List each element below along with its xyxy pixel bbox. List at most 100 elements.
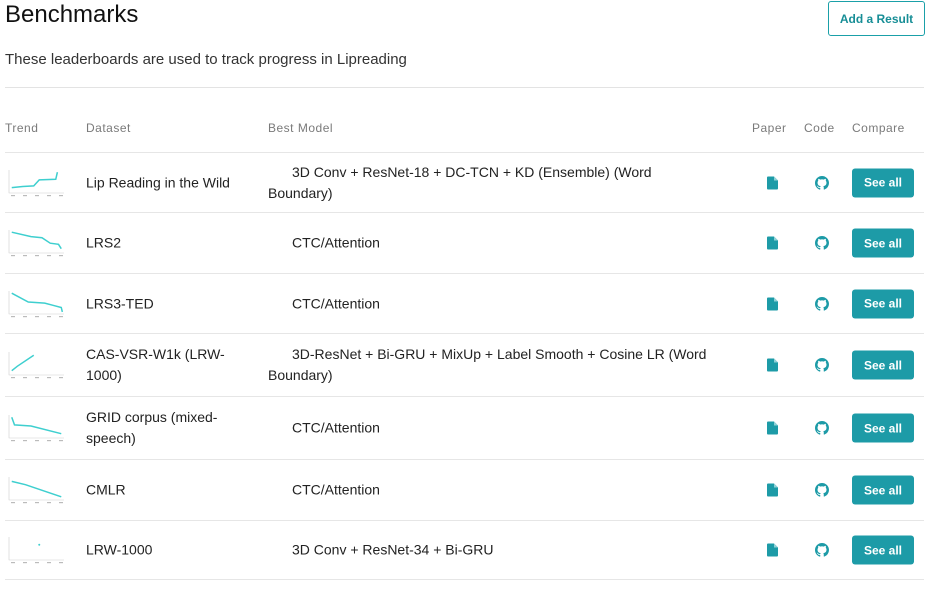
page-title: Benchmarks: [5, 1, 139, 28]
column-header-trend: Trend: [5, 121, 39, 135]
trend-sparkline[interactable]: [5, 413, 65, 443]
see-all-button[interactable]: See all: [852, 168, 914, 197]
column-header-paper: Paper: [752, 121, 787, 135]
paper-icon[interactable]: [767, 358, 778, 372]
trend-tick-label: [47, 502, 51, 504]
github-icon[interactable]: [815, 175, 829, 190]
github-icon[interactable]: [815, 543, 829, 557]
trend-tick-label: [11, 502, 15, 504]
best-model-link[interactable]: CTC/Attention: [268, 233, 718, 254]
trend-tick-label: [59, 255, 63, 257]
dataset-link[interactable]: Lip Reading in the Wild: [86, 172, 236, 193]
trend-tick-label: [11, 562, 15, 564]
benchmark-table: Lip Reading in the Wild 3D Conv + ResNet-…: [5, 152, 924, 580]
github-icon[interactable]: [815, 421, 829, 435]
paper-icon[interactable]: [767, 236, 778, 250]
trend-axis: [8, 537, 64, 561]
trend-point: [38, 543, 41, 546]
trend-tick-label: [35, 440, 39, 442]
trend-tick-label: [47, 440, 51, 442]
trend-axis: [8, 352, 64, 376]
dataset-link[interactable]: GRID corpus (mixed-speech): [86, 407, 236, 449]
page-subtitle: These leaderboards are used to track pro…: [5, 51, 407, 68]
github-icon[interactable]: [815, 296, 829, 311]
trend-line: [11, 354, 35, 372]
table-row: Lip Reading in the Wild 3D Conv + ResNet-…: [5, 152, 924, 212]
github-icon[interactable]: [815, 358, 829, 372]
see-all-button[interactable]: See all: [852, 535, 914, 565]
dataset-link[interactable]: LRW-1000: [86, 540, 236, 561]
table-row: LRS2 CTC/Attention See all: [5, 212, 924, 273]
dataset-link[interactable]: CMLR: [86, 480, 236, 501]
trend-tick-label: [59, 315, 63, 317]
add-result-button[interactable]: Add a Result: [828, 1, 925, 36]
trend-sparkline[interactable]: [5, 475, 65, 505]
see-all-button[interactable]: See all: [852, 475, 914, 505]
best-model-link[interactable]: 3D-ResNet + Bi-GRU + MixUp + Label Smoot…: [268, 344, 718, 386]
column-header-best-model: Best Model: [268, 121, 334, 135]
trend-sparkline[interactable]: [5, 168, 65, 198]
trend-sparkline[interactable]: [5, 350, 65, 380]
see-all-button[interactable]: See all: [852, 350, 914, 380]
paper-icon[interactable]: [767, 176, 778, 189]
best-model-link[interactable]: CTC/Attention: [268, 418, 718, 439]
trend-sparkline[interactable]: [5, 228, 65, 258]
trend-line: [11, 480, 62, 498]
best-model-link[interactable]: 3D Conv + ResNet-34 + Bi-GRU: [268, 540, 718, 561]
trend-tick-label: [23, 440, 27, 442]
trend-tick-label: [35, 255, 39, 257]
paper-icon[interactable]: [767, 483, 778, 497]
trend-axis: [8, 415, 64, 439]
dataset-link[interactable]: LRS3-TED: [86, 293, 236, 314]
trend-line: [11, 171, 59, 188]
trend-tick-label: [47, 255, 51, 257]
trend-line: [11, 231, 62, 250]
column-header-dataset: Dataset: [86, 121, 131, 135]
trend-tick-label: [11, 377, 15, 379]
dataset-link[interactable]: LRS2: [86, 233, 236, 254]
paper-icon[interactable]: [767, 421, 778, 435]
trend-tick-label: [59, 502, 63, 504]
trend-tick-label: [23, 562, 27, 564]
trend-line: [11, 416, 62, 435]
trend-tick-label: [47, 315, 51, 317]
trend-tick-label: [59, 377, 63, 379]
trend-tick-label: [47, 377, 51, 379]
trend-tick-label: [11, 255, 15, 257]
table-row: LRW-1000 3D Conv + ResNet-34 + Bi-GRU See …: [5, 520, 924, 580]
best-model-link[interactable]: CTC/Attention: [268, 293, 718, 314]
github-icon[interactable]: [815, 236, 829, 250]
trend-tick-label: [35, 315, 39, 317]
trend-tick-label: [23, 194, 27, 196]
table-row: CMLR CTC/Attention See all: [5, 459, 924, 520]
trend-tick-label: [59, 562, 63, 564]
trend-tick-label: [47, 562, 51, 564]
trend-tick-label: [11, 440, 15, 442]
trend-tick-label: [23, 255, 27, 257]
page-header: Benchmarks Add a Result: [5, 0, 925, 40]
see-all-button[interactable]: See all: [852, 289, 914, 318]
github-icon[interactable]: [815, 483, 829, 497]
trend-tick-label: [23, 315, 27, 317]
trend-sparkline[interactable]: [5, 289, 65, 319]
best-model-link[interactable]: 3D Conv + ResNet-18 + DC-TCN + KD (Ensem…: [268, 162, 718, 204]
column-header-code: Code: [804, 121, 835, 135]
see-all-button[interactable]: See all: [852, 413, 914, 443]
paper-icon[interactable]: [767, 543, 778, 557]
trend-axis: [8, 169, 64, 193]
trend-tick-label: [35, 502, 39, 504]
trend-tick-label: [59, 440, 63, 442]
best-model-link[interactable]: CTC/Attention: [268, 480, 718, 501]
trend-tick-label: [35, 377, 39, 379]
dataset-link[interactable]: CAS-VSR-W1k (LRW-1000): [86, 344, 236, 386]
trend-tick-label: [35, 194, 39, 196]
paper-icon[interactable]: [767, 297, 778, 310]
trend-sparkline[interactable]: [5, 535, 65, 565]
trend-tick-label: [23, 377, 27, 379]
trend-tick-label: [47, 194, 51, 196]
column-header-compare: Compare: [852, 121, 905, 135]
table-header: Trend Dataset Best Model Paper Code Comp…: [5, 117, 924, 139]
see-all-button[interactable]: See all: [852, 228, 914, 258]
table-row: LRS3-TED CTC/Attention See all: [5, 273, 924, 333]
trend-tick-label: [11, 315, 15, 317]
